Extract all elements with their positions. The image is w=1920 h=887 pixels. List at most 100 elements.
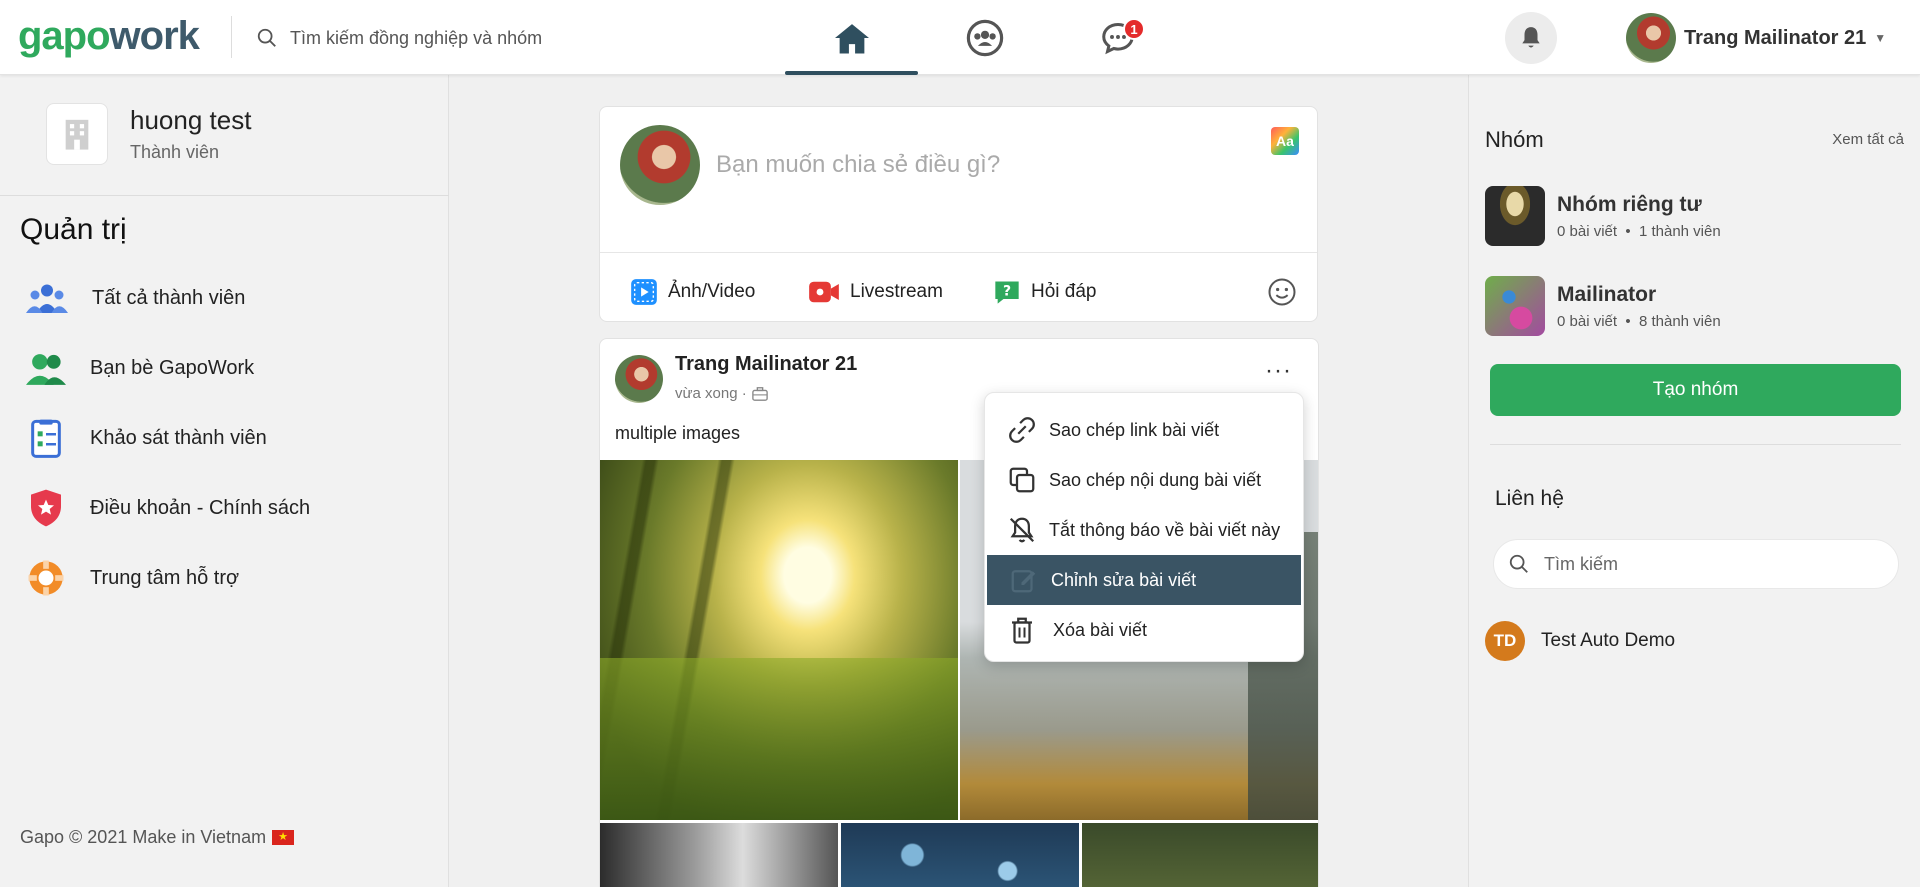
contact-avatar: TD (1485, 621, 1525, 661)
copy-content-option[interactable]: Sao chép nội dung bài viết (985, 455, 1303, 505)
tab-groups[interactable] (918, 0, 1051, 75)
menu-gapowork-friends[interactable]: Bạn bè GapoWork (26, 343, 254, 393)
admin-title: Quản trị (20, 213, 127, 246)
edit-icon (1011, 570, 1036, 593)
create-group-button[interactable]: Tạo nhóm (1490, 364, 1901, 416)
divider (600, 252, 1317, 253)
delete-post-option[interactable]: Xóa bài viết (985, 605, 1303, 655)
post-author-name[interactable]: Trang Mailinator 21 (675, 353, 857, 376)
menu-label: Khảo sát thành viên (90, 426, 267, 449)
group-name: Nhóm riêng tư (1557, 192, 1702, 216)
tab-home[interactable] (785, 0, 918, 75)
contacts-title: Liên hệ (1495, 487, 1564, 510)
menu-label: Tất cả thành viên (92, 286, 246, 309)
post-author-avatar[interactable] (615, 355, 663, 403)
avatar (1626, 13, 1676, 63)
lifebuoy-icon (28, 560, 64, 596)
menu-label: Trung tâm hỗ trợ (90, 566, 240, 589)
messages-badge: 1 (1123, 18, 1145, 40)
group-thumbnail (1485, 186, 1545, 246)
organization-card[interactable]: huong test Thành viên (46, 103, 251, 165)
livestream-icon (809, 281, 839, 303)
bell-icon (1522, 27, 1540, 48)
photo-video-icon (631, 279, 657, 305)
members-icon (26, 284, 68, 313)
search-placeholder: Tìm kiếm đồng nghiệp và nhóm (290, 27, 543, 48)
post-image-3[interactable] (600, 823, 838, 887)
text-format-button[interactable]: Aa (1271, 127, 1299, 155)
search-icon (257, 28, 276, 47)
group-item[interactable]: Mailinator 0 bài viết • 8 thành viên (1485, 275, 1721, 337)
gapowork-logo[interactable]: gapowork (18, 14, 200, 59)
group-meta: 0 bài viết • 8 thành viên (1557, 313, 1721, 330)
photo-video-button[interactable]: Ảnh/Video (630, 274, 755, 310)
tab-messages[interactable]: 1 (1051, 0, 1184, 75)
post-more-button[interactable]: ··· (1265, 357, 1292, 385)
org-name: huong test (130, 105, 252, 135)
building-icon (46, 103, 108, 165)
mute-notifications-label: Tắt thông báo về bài viết này (1049, 519, 1281, 540)
livestream-button[interactable]: Livestream (808, 274, 943, 310)
post-options-dropdown: Sao chép link bài viết Sao chép nội dung… (984, 392, 1304, 662)
qa-label: Hỏi đáp (1031, 281, 1097, 302)
menu-member-survey[interactable]: Khảo sát thành viên (26, 413, 267, 463)
post-composer[interactable]: Bạn muốn chia sẻ điều gì? Aa Ảnh/Video L… (599, 106, 1318, 322)
menu-terms-policy[interactable]: Điều khoản - Chính sách (26, 483, 310, 533)
smiley-icon (1268, 278, 1296, 306)
edit-post-label: Chỉnh sửa bài viết (1051, 569, 1197, 590)
post-content: multiple images (615, 423, 741, 443)
user-name: Trang Mailinator 21 (1684, 26, 1867, 49)
menu-label: Điều khoản - Chính sách (90, 496, 311, 519)
home-icon (834, 23, 869, 53)
notifications-button[interactable] (1505, 12, 1557, 64)
menu-support-center[interactable]: Trung tâm hỗ trợ (26, 553, 239, 603)
menu-all-members[interactable]: Tất cả thành viên (26, 273, 245, 323)
divider (0, 195, 449, 196)
group-posts: 0 bài viết (1557, 222, 1618, 240)
contact-item[interactable]: TD Test Auto Demo (1485, 621, 1675, 661)
group-members: 8 thành viên (1638, 312, 1721, 330)
survey-icon (31, 419, 61, 458)
global-search[interactable]: Tìm kiếm đồng nghiệp và nhóm (256, 22, 586, 54)
post-image-1[interactable] (600, 460, 958, 820)
copy-link-label: Sao chép link bài viết (1049, 419, 1220, 440)
dot-separator: • (1617, 312, 1639, 330)
group-posts: 0 bài viết (1557, 312, 1618, 330)
group-members: 1 thành viên (1638, 222, 1721, 240)
post-time: vừa xong · (675, 385, 747, 402)
mute-notifications-option[interactable]: Tắt thông báo về bài viết này (985, 505, 1303, 555)
composer-placeholder[interactable]: Bạn muốn chia sẻ điều gì? (716, 151, 1000, 179)
logo-text-work: work (109, 14, 200, 58)
contacts-search-input[interactable]: Tìm kiếm (1493, 539, 1899, 589)
footer: Gapo © 2021 Make in Vietnam (20, 827, 295, 848)
emoji-button[interactable] (1267, 274, 1297, 310)
delete-post-label: Xóa bài viết (1053, 619, 1148, 640)
chevron-down-icon: ▼ (1874, 31, 1887, 45)
friends-icon (26, 354, 66, 385)
user-menu[interactable]: Trang Mailinator 21 ▼ (1626, 12, 1886, 64)
search-icon (1509, 554, 1528, 573)
contacts-search-placeholder: Tìm kiếm (1544, 553, 1618, 574)
footer-text: Gapo © 2021 Make in Vietnam (20, 827, 267, 847)
vietnam-flag-icon (272, 830, 295, 845)
composer-avatar (620, 125, 700, 205)
post-image-4[interactable] (841, 823, 1079, 887)
divider (1490, 444, 1901, 445)
contact-name: Test Auto Demo (1541, 630, 1676, 651)
copy-link-option[interactable]: Sao chép link bài viết (985, 405, 1303, 455)
dot-separator: • (1617, 222, 1639, 240)
trash-icon (1012, 617, 1032, 644)
group-item[interactable]: Nhóm riêng tư 0 bài viết • 1 thành viên (1485, 185, 1721, 247)
qa-icon: ? (995, 281, 1019, 304)
qa-button[interactable]: ? Hỏi đáp (993, 274, 1097, 310)
bell-off-icon (1009, 517, 1035, 543)
post-image-5[interactable] (1082, 823, 1318, 887)
edit-post-option[interactable]: Chỉnh sửa bài viết (987, 555, 1301, 605)
group-name: Mailinator (1557, 282, 1657, 306)
menu-label: Bạn bè GapoWork (90, 356, 255, 379)
groups-title: Nhóm (1485, 127, 1544, 152)
copy-content-label: Sao chép nội dung bài viết (1049, 469, 1262, 490)
see-all-groups-link[interactable]: Xem tất cả (1832, 131, 1904, 148)
shield-star-icon (31, 489, 61, 527)
post-meta: vừa xong · (675, 385, 769, 402)
